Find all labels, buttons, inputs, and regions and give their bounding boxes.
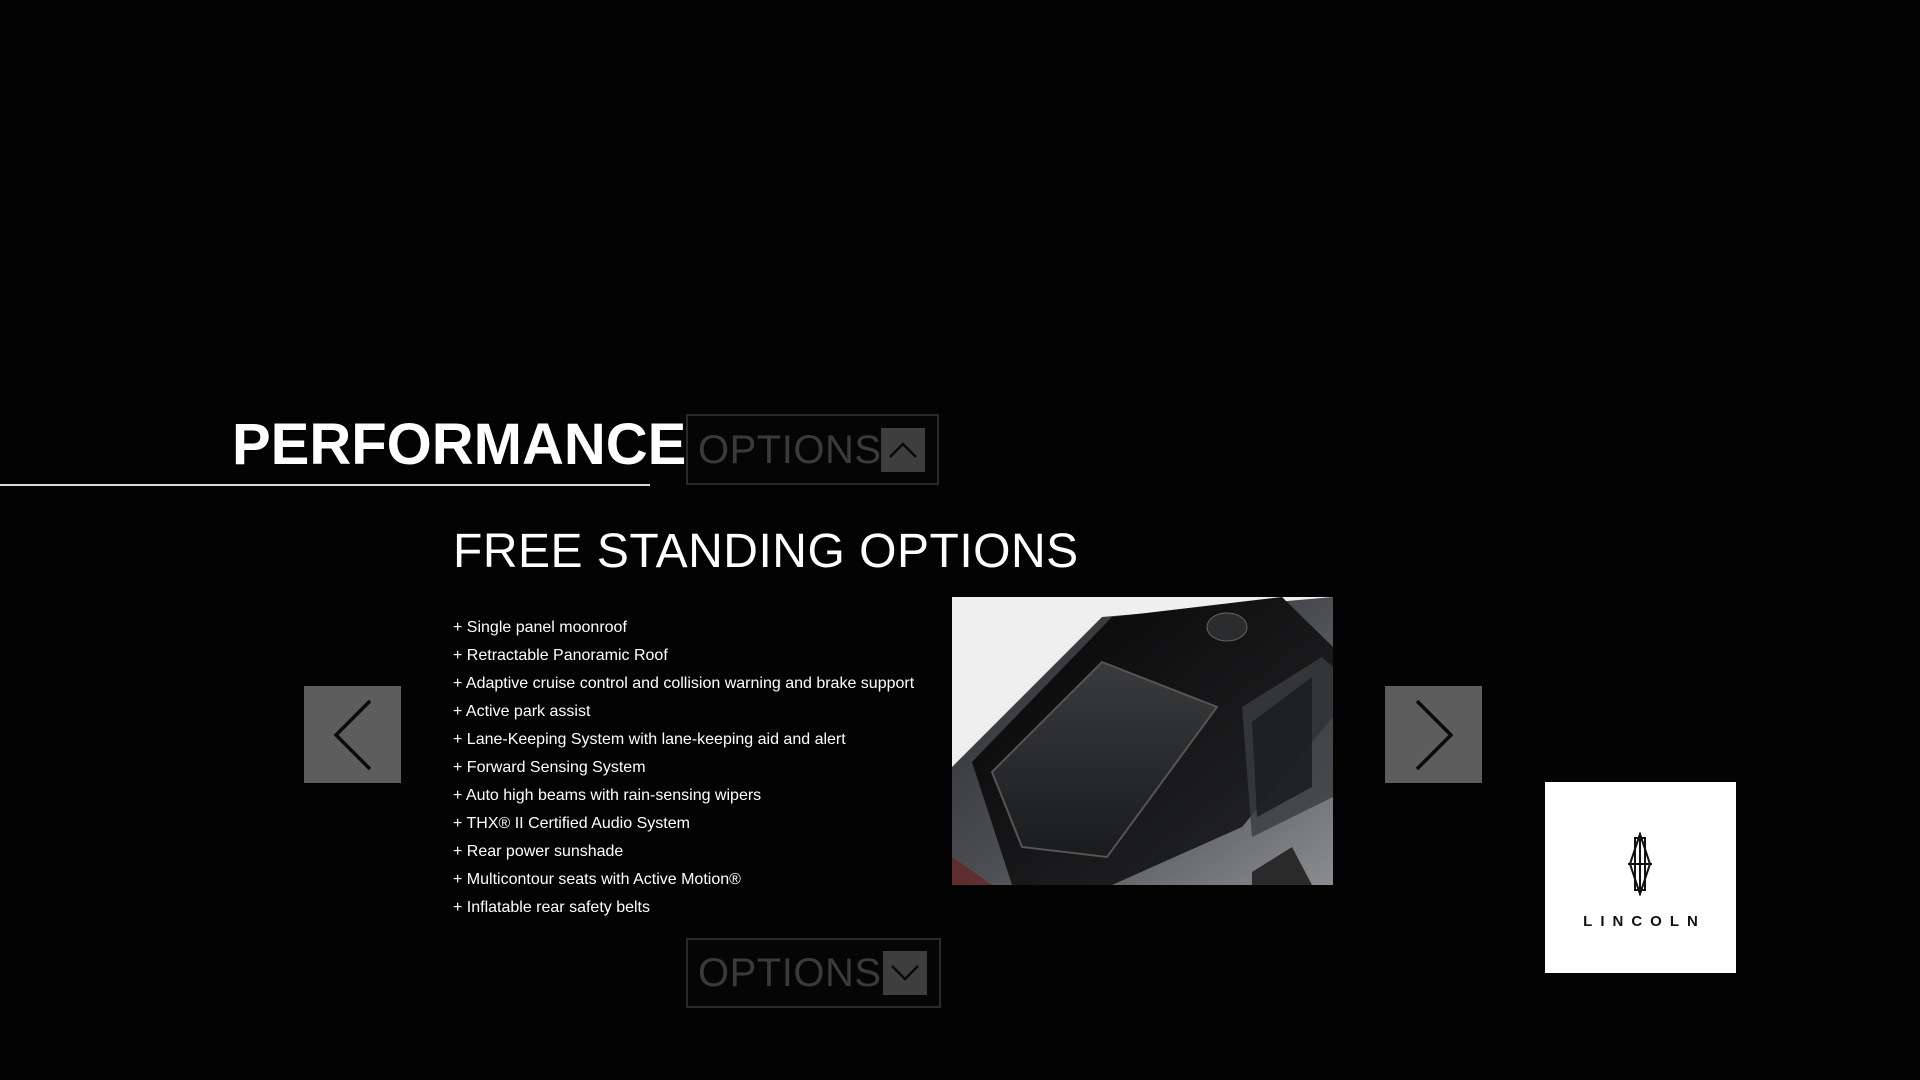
next-slide-button[interactable] (1385, 686, 1482, 783)
list-item: + Single panel moonroof (453, 619, 627, 636)
previous-slide-button[interactable] (304, 686, 401, 783)
list-item: + Forward Sensing System (453, 759, 646, 776)
chevron-left-icon (333, 699, 371, 770)
list-item: + Inflatable rear safety belts (453, 899, 650, 916)
list-item: + Active park assist (453, 703, 591, 720)
options-heading: FREE STANDING OPTIONS (453, 525, 1079, 578)
list-item: + Retractable Panoramic Roof (453, 647, 668, 664)
list-item: + Multicontour seats with Active Motion® (453, 871, 741, 888)
feature-list: + Single panel moonroof + Retractable Pa… (453, 614, 914, 922)
presentation-slide: PERFORMANCE OPTIONS FREE STANDING OPTION… (0, 0, 1920, 1080)
section-title: PERFORMANCE (232, 412, 687, 477)
options-label: OPTIONS (698, 951, 882, 995)
chevron-up-icon[interactable] (881, 428, 925, 472)
options-expand-button[interactable]: OPTIONS (686, 938, 941, 1008)
list-item: + Adaptive cruise control and collision … (453, 675, 915, 692)
list-item: + THX® II Certified Audio System (453, 815, 690, 832)
lincoln-logo: LINCOLN (1545, 782, 1736, 973)
list-item: + Auto high beams with rain-sensing wipe… (453, 787, 762, 804)
options-collapse-button[interactable]: OPTIONS (686, 414, 939, 485)
title-underline (0, 484, 650, 486)
list-item: + Rear power sunshade (453, 843, 624, 860)
brand-wordmark: LINCOLN (1583, 913, 1706, 930)
options-label: OPTIONS (698, 427, 882, 472)
car-moonroof-image (952, 597, 1333, 885)
chevron-right-icon (1415, 699, 1453, 770)
lincoln-star-emblem-icon (1628, 832, 1652, 896)
chevron-down-icon[interactable] (883, 951, 927, 995)
list-item: + Lane-Keeping System with lane-keeping … (453, 731, 846, 748)
